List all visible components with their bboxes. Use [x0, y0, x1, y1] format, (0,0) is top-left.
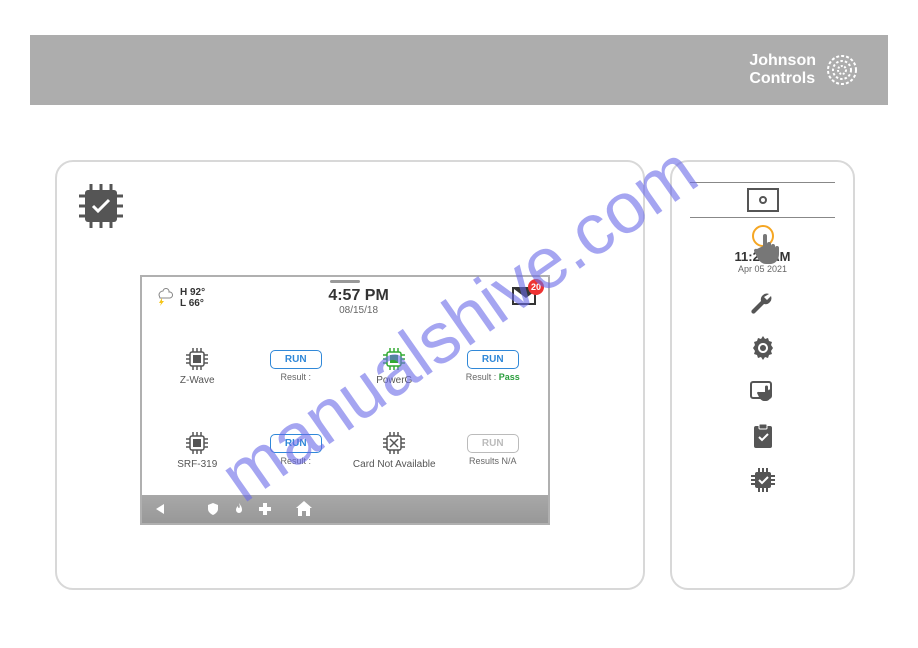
shield-icon[interactable]	[206, 502, 220, 516]
flame-icon[interactable]	[232, 502, 246, 516]
gear-icon[interactable]	[749, 334, 777, 362]
chip-check-icon	[75, 180, 127, 232]
card-run-button: RUN	[467, 434, 519, 453]
header-bar: Johnson Controls	[30, 35, 888, 105]
screen-time: 4:57 PM	[328, 287, 388, 305]
pulldown-preview: 11:23 AM Apr 05 2021	[690, 177, 835, 274]
camera-icon	[747, 188, 779, 212]
powerg-run-button[interactable]: RUN	[467, 350, 519, 369]
right-panel: 11:23 AM Apr 05 2021	[670, 160, 855, 590]
storm-icon	[154, 287, 174, 307]
srf319-label: SRF-319	[177, 459, 217, 470]
touch-hand-icon	[749, 228, 789, 268]
back-arrow-icon[interactable]	[152, 502, 172, 516]
card-label: Card Not Available	[353, 459, 436, 470]
temp-high: H 92°	[180, 287, 205, 298]
home-icon[interactable]	[294, 499, 314, 519]
temp-low: L 66°	[180, 298, 205, 309]
chip-icon	[381, 346, 407, 372]
srf319-result: Result :	[280, 456, 311, 466]
brand-line1: Johnson	[749, 52, 816, 70]
srf319-cell: SRF-319	[150, 410, 245, 490]
zwave-result: Result :	[280, 372, 311, 382]
zwave-label: Z-Wave	[180, 375, 215, 386]
brand-logo: Johnson Controls	[749, 52, 858, 87]
zwave-run-button[interactable]: RUN	[270, 350, 322, 369]
card-result: Results N/A	[469, 456, 517, 466]
brand-line2: Controls	[749, 70, 816, 88]
wrench-icon[interactable]	[749, 290, 777, 318]
weather-block: H 92° L 66°	[154, 287, 205, 309]
chip-icon	[184, 346, 210, 372]
zwave-cell: Z-Wave	[150, 326, 245, 406]
bottom-nav	[142, 495, 548, 523]
powerg-label: PowerG	[376, 375, 412, 386]
powerg-cell: PowerG	[347, 326, 442, 406]
screen-date: 08/15/18	[328, 305, 388, 316]
mail-button[interactable]: 20	[512, 287, 536, 305]
clipboard-icon[interactable]	[749, 422, 777, 450]
mail-count: 20	[528, 279, 544, 295]
device-screen: H 92° L 66° 4:57 PM 08/15/18 20 Z-Wave R…	[140, 275, 550, 525]
srf319-run-button[interactable]: RUN	[270, 434, 322, 453]
chip-x-icon	[381, 430, 407, 456]
chip-icon	[184, 430, 210, 456]
plus-icon[interactable]	[258, 502, 272, 516]
touch-test-icon[interactable]	[749, 378, 777, 406]
card-cell: Card Not Available	[347, 410, 442, 490]
powerg-result: Result : Pass	[466, 372, 520, 382]
chip-check-small-icon[interactable]	[749, 466, 777, 494]
brand-icon	[826, 54, 858, 86]
